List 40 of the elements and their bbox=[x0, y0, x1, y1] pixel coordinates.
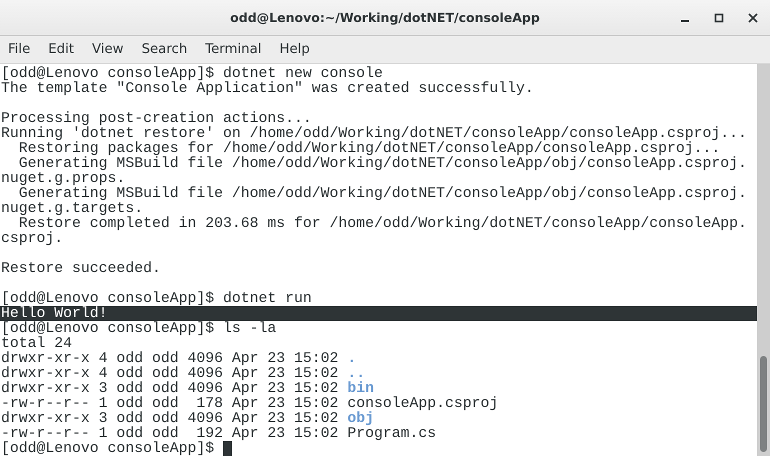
terminal-text: Restoring packages for /home/odd/Working/dotNET/consoleApp/consoleApp.csproj... bbox=[18, 141, 720, 156]
window-title: odd@Lenovo:~/Working/dotNET/consoleApp bbox=[230, 10, 540, 25]
menu-item[interactable]: Terminal bbox=[205, 40, 270, 59]
terminal-text: Generating MSBuild file /home/odd/Working/dotNET/consoleApp/obj/consoleApp.csproj. bbox=[18, 156, 747, 171]
terminal-text: [odd@Lenovo consoleApp]$ dotnet run bbox=[1, 291, 312, 306]
menu-item[interactable]: Edit bbox=[48, 40, 82, 59]
directory-name: bin bbox=[347, 381, 374, 396]
menu-item[interactable]: File bbox=[8, 40, 38, 59]
terminal-text: drwxr-xr-x 4 odd odd 4096 Apr 23 15:02 bbox=[1, 351, 338, 366]
terminal-text: drwxr-xr-x 3 odd odd 4096 Apr 23 15:02 bbox=[1, 411, 338, 426]
terminal-text: [odd@Lenovo consoleApp]$ ls -la bbox=[1, 321, 276, 336]
terminal-text: nuget.g.targets. bbox=[1, 201, 144, 216]
terminal-text: Generating MSBuild file /home/odd/Working/dotNET/consoleApp/obj/consoleApp.csproj. bbox=[18, 186, 747, 201]
terminal-text: consoleApp.csproj bbox=[347, 396, 498, 411]
scrollbar[interactable] bbox=[757, 64, 770, 456]
directory-name: obj bbox=[347, 411, 374, 426]
terminal-text: Running 'dotnet restore' on /home/odd/Working/dotNET/consoleApp/consoleApp.csproj... bbox=[1, 126, 747, 141]
directory-name: . bbox=[347, 351, 356, 366]
terminal-text: drwxr-xr-x 3 odd odd 4096 Apr 23 15:02 bbox=[1, 381, 338, 396]
menu-item[interactable]: Search bbox=[142, 40, 196, 59]
terminal-text: Processing post-creation actions... bbox=[1, 111, 312, 126]
terminal-text: Program.cs bbox=[347, 426, 436, 441]
directory-name: .. bbox=[347, 366, 366, 381]
maximize-icon[interactable] bbox=[714, 13, 724, 23]
terminal-text: -rw-r--r-- 1 odd odd 192 Apr 23 15:02 bbox=[1, 426, 338, 441]
terminal-text: [odd@Lenovo consoleApp]$ bbox=[1, 441, 214, 456]
terminal-text: Restore completed in 203.68 ms for /home/odd/Working/dotNET/consoleApp/consoleApp. bbox=[18, 216, 747, 231]
terminal-text: -rw-r--r-- 1 odd odd 178 Apr 23 15:02 bbox=[1, 396, 338, 411]
terminal-text: nuget.g.props. bbox=[1, 171, 126, 186]
terminal-text: [odd@Lenovo consoleApp]$ dotnet new console bbox=[1, 66, 383, 81]
scrollbar-thumb[interactable] bbox=[760, 356, 767, 452]
terminal-text: csproj. bbox=[1, 231, 64, 246]
terminal-text: total 24 bbox=[1, 336, 72, 351]
menu-item[interactable]: View bbox=[92, 40, 132, 59]
terminal-text: Hello World! bbox=[1, 306, 108, 321]
terminal-text: Restore succeeded. bbox=[1, 261, 161, 276]
menu-item[interactable]: Help bbox=[279, 40, 318, 59]
close-icon[interactable] bbox=[748, 13, 758, 23]
terminal-text: drwxr-xr-x 4 odd odd 4096 Apr 23 15:02 bbox=[1, 366, 338, 381]
terminal-text: The template "Console Application" was created successfully. bbox=[1, 81, 534, 96]
